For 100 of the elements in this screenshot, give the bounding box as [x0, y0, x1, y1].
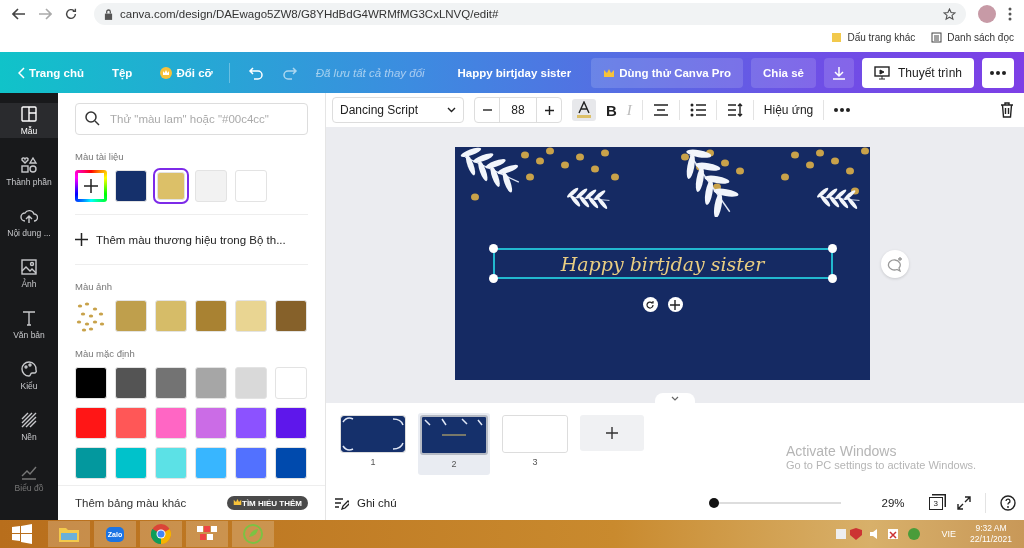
document-title[interactable]: Happy birtjday sister [457, 66, 572, 79]
rail-tab[interactable]: Ảnh [0, 256, 58, 291]
rail-tab[interactable]: Văn bản [0, 307, 58, 342]
folder-icon [831, 31, 843, 43]
color-swatch[interactable] [75, 447, 107, 479]
plus-icon [606, 427, 618, 439]
undo-icon[interactable] [247, 65, 264, 80]
share-button[interactable]: Chia sẻ [751, 57, 816, 88]
resize-handle[interactable] [827, 244, 837, 253]
star-icon[interactable] [943, 7, 956, 21]
color-swatch[interactable] [155, 300, 187, 332]
color-swatch[interactable] [195, 367, 227, 399]
present-button[interactable]: Thuyết trình [861, 57, 974, 88]
color-swatch[interactable] [155, 447, 187, 479]
design-page[interactable]: Happy birtjday sister [455, 147, 870, 380]
color-swatch[interactable] [115, 367, 147, 399]
windows-logo-icon[interactable] [12, 524, 32, 544]
chevron-left-icon [18, 66, 25, 79]
page-thumbnail[interactable]: 3 [500, 413, 570, 473]
color-swatch[interactable] [115, 407, 147, 439]
add-color-button[interactable] [75, 170, 107, 202]
crown-icon [233, 498, 242, 506]
learn-more-badge[interactable]: TÌM HIỂU THÊM [227, 496, 308, 510]
color-swatch[interactable] [275, 300, 307, 332]
color-swatch[interactable] [235, 170, 267, 202]
more-button[interactable] [982, 57, 1014, 88]
reload-icon[interactable] [64, 7, 78, 21]
avatar-icon[interactable] [978, 5, 996, 23]
more-icon [990, 70, 1006, 75]
color-swatch[interactable] [195, 300, 227, 332]
zoom-reading: 29% [880, 497, 905, 509]
text-color-button[interactable] [572, 99, 596, 121]
image-icon [20, 258, 38, 276]
color-swatch[interactable] [75, 367, 107, 399]
color-swatch[interactable] [275, 367, 307, 399]
color-swatch[interactable] [155, 407, 187, 439]
color-swatch[interactable] [235, 300, 267, 332]
rotate-handle[interactable] [642, 297, 658, 312]
activation-notice-text: Go to PC settings to activate Windows. [786, 459, 977, 471]
list-icon[interactable] [689, 103, 706, 117]
leaf-circle-icon [243, 524, 263, 544]
color-swatch[interactable] [155, 367, 187, 399]
rail-tab[interactable]: Nền [0, 409, 58, 444]
caret-icon [671, 396, 679, 401]
download-button[interactable] [823, 57, 854, 88]
minus-icon [482, 109, 492, 111]
color-swatch[interactable] [235, 367, 267, 399]
align-center-icon[interactable] [652, 103, 669, 117]
more-icon[interactable] [834, 108, 851, 112]
rail-tab[interactable]: Kiểu [0, 358, 58, 393]
color-swatch[interactable] [195, 407, 227, 439]
taskbar-app[interactable] [140, 521, 182, 547]
color-swatch[interactable] [115, 300, 147, 332]
list-icon [931, 31, 943, 43]
page-count-button[interactable]: 3 [928, 496, 943, 510]
design-heading[interactable]: Happy birtjday sister [560, 252, 765, 275]
color-swatch[interactable] [115, 447, 147, 479]
notes-button[interactable]: Ghi chú [334, 496, 397, 510]
color-swatch[interactable] [275, 407, 307, 439]
forward-icon[interactable] [38, 8, 52, 20]
tiles-icon [196, 525, 218, 543]
url-text: canva.com/design/DAEwago5ZW8/G8YHdBdG4WRMfMG3CxLNVQ/edit# [120, 8, 499, 20]
color-swatch[interactable] [75, 407, 107, 439]
help-icon[interactable] [1000, 495, 1016, 511]
redo-icon[interactable] [281, 65, 298, 80]
move-handle[interactable] [667, 297, 683, 312]
resize-handle[interactable] [827, 274, 837, 283]
address-bar[interactable]: canva.com/design/DAEwago5ZW8/G8YHdBdG4WRMfMG3CxLNVQ/edit# [94, 3, 966, 25]
back-icon[interactable] [12, 8, 26, 20]
try-pro-button[interactable]: Dùng thử Canva Pro [591, 57, 744, 88]
search-field[interactable]: Thử "màu lam" hoặc "#00c4cc" [75, 103, 308, 135]
trash-icon[interactable] [1000, 102, 1014, 118]
rail-tab[interactable]: Thành phần [0, 154, 58, 189]
page-thumbnail[interactable]: 1 [338, 413, 408, 473]
fullscreen-icon[interactable] [957, 496, 971, 510]
color-swatch[interactable] [115, 170, 147, 202]
bold-button[interactable]: B [606, 101, 617, 119]
zoom-slider-thumb[interactable] [709, 498, 720, 508]
rail-tab[interactable]: Biểu đồ [0, 460, 58, 495]
more-icon[interactable] [1008, 7, 1012, 21]
font-dropdown[interactable]: Dancing Script [332, 97, 464, 123]
effects-button[interactable]: Hiệu ứng [763, 103, 814, 117]
bookmark[interactable]: Dấu trang khác [831, 28, 916, 46]
color-swatch[interactable] [275, 447, 307, 479]
line-spacing-icon[interactable] [726, 103, 743, 117]
resize-handle[interactable] [488, 274, 498, 283]
color-swatch[interactable] [235, 447, 267, 479]
page-thumbnail[interactable]: 2 [418, 413, 490, 475]
add-comment-button[interactable] [881, 250, 909, 278]
plus-icon [544, 105, 554, 115]
taskbar-app[interactable] [186, 521, 228, 547]
color-swatch[interactable] [195, 170, 227, 202]
rail-tab[interactable]: Nội dung ... [0, 205, 58, 240]
photo-dots-thumbnail[interactable] [75, 300, 107, 332]
add-brand-colors-link[interactable]: Thêm màu thương hiệu trong Bộ th... [75, 227, 308, 252]
resize-handle[interactable] [488, 244, 498, 253]
bookmark[interactable]: Danh sách đọc [931, 28, 1014, 46]
color-swatch[interactable] [195, 447, 227, 479]
rail-tab[interactable]: Mẫu [0, 103, 58, 138]
color-swatch[interactable] [235, 407, 267, 439]
